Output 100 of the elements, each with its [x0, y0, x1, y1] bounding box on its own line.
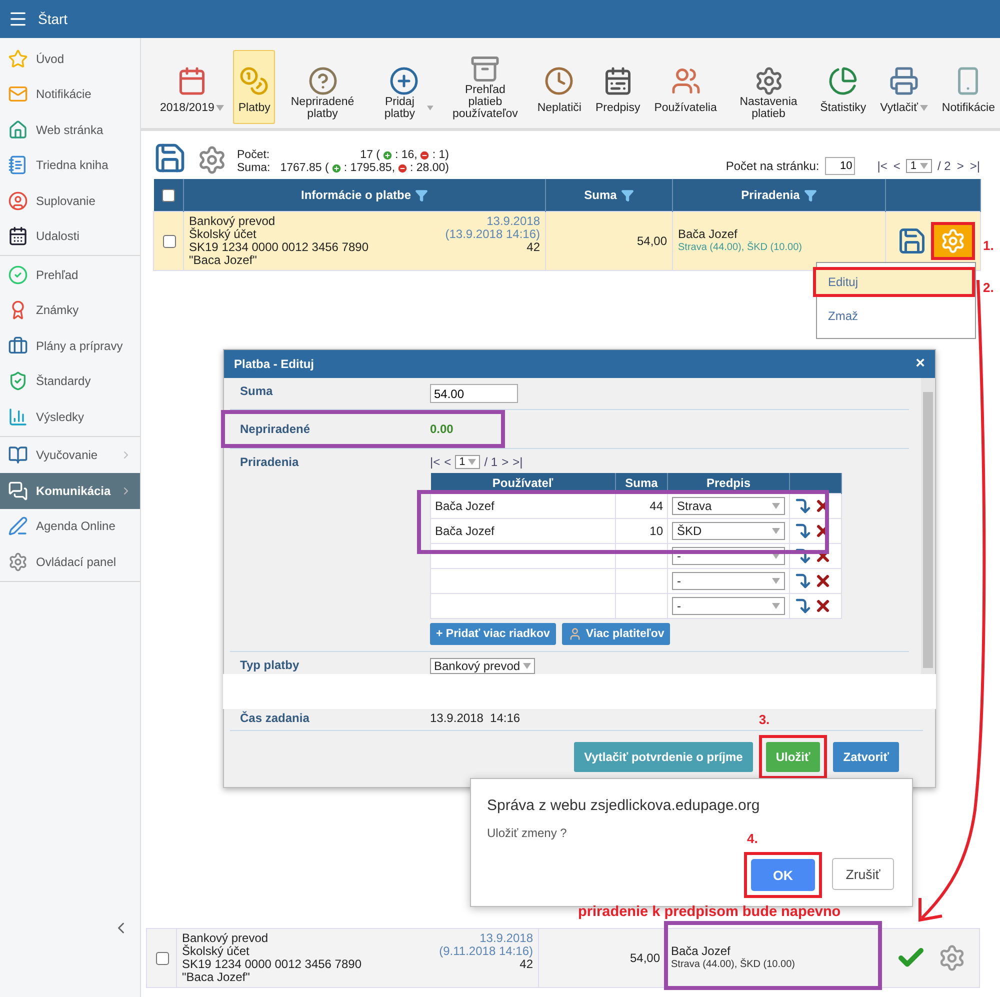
toolbar-button[interactable]: Neplatiči [532, 50, 586, 124]
arrow-icon[interactable] [794, 572, 812, 590]
step-label: 1. [983, 238, 994, 253]
delete-icon[interactable] [814, 597, 832, 615]
sidebar-item[interactable]: Suplovanie [0, 183, 140, 218]
field-label: Nepriradené [240, 422, 312, 436]
rule-select[interactable]: ŠKD [672, 522, 785, 540]
next-page-link[interactable]: > [502, 455, 509, 469]
envelope-icon [8, 84, 28, 104]
briefcase-icon [8, 336, 28, 356]
toolbar-button[interactable]: Nastavenia platieb [726, 50, 812, 124]
toolbar-button[interactable]: Prehľad platieb používateľov [442, 50, 528, 124]
select-all-checkbox[interactable] [162, 188, 176, 202]
filter-icon[interactable] [620, 188, 634, 202]
sidebar-item[interactable]: Úvod [0, 41, 140, 76]
close-icon[interactable]: × [916, 355, 925, 373]
gear-button[interactable] [931, 222, 975, 260]
sidebar-item[interactable]: Udalosti [0, 218, 140, 254]
summary-minus: : 28.00) [410, 162, 450, 175]
delete-icon[interactable] [814, 572, 832, 590]
sidebar-item[interactable]: Web stránka [0, 112, 140, 148]
minus-circle-icon [419, 150, 430, 161]
arrow-icon[interactable] [794, 597, 812, 615]
sidebar-item[interactable]: Triedna kniha [0, 148, 140, 183]
toolbar-button[interactable]: Predpisy [590, 50, 646, 124]
payment-date: 13.9.2018 [486, 215, 540, 228]
page-count: / 2 [938, 159, 951, 173]
arrow-icon[interactable] [794, 547, 812, 565]
caret-icon [772, 553, 780, 559]
book-icon [8, 445, 28, 466]
page-count: / 1 [484, 455, 498, 469]
toolbar-button[interactable]: 2018/2019 [155, 50, 230, 124]
last-page-link[interactable]: >| [512, 455, 523, 469]
toolbar-button[interactable]: Používatelia [649, 50, 722, 124]
sum-field[interactable]: 54.00 [430, 384, 518, 403]
gear-icon[interactable] [197, 145, 227, 175]
cancel-button[interactable]: Zrušiť [832, 858, 894, 890]
filter-icon[interactable] [415, 188, 428, 202]
toolbar-button[interactable]: Štatistiky [815, 50, 872, 124]
sidebar-item[interactable]: Komunikácia [0, 473, 140, 508]
plus-circle-icon [330, 163, 342, 174]
arrow-icon[interactable] [794, 522, 812, 540]
add-rows-button[interactable]: + Pridať viac riadkov [430, 623, 556, 645]
toolbar-button[interactable]: Platby [233, 50, 276, 124]
more-payers-button[interactable]: Viac platiteľov [562, 623, 670, 645]
question-icon [308, 66, 338, 96]
sidebar-item[interactable]: Plány a prípravy [0, 328, 140, 364]
calendar-pad-icon [602, 66, 633, 96]
page-select[interactable]: 1 [455, 455, 480, 469]
summary-minus: : 1) [432, 149, 450, 162]
previous-page-link[interactable]: < [444, 455, 452, 469]
sidebar-item[interactable]: Známky [0, 292, 140, 328]
gear-icon [940, 228, 966, 254]
page-select[interactable]: 1 [906, 159, 932, 173]
row-checkbox[interactable] [156, 952, 169, 964]
previous-page-link[interactable]: < [893, 159, 900, 173]
sidebar-item[interactable]: Vyučovanie [0, 438, 140, 473]
toolbar-button[interactable]: Vytlačiť [875, 50, 933, 124]
payment-date: 13.9.2018 [478, 932, 533, 945]
filter-icon[interactable] [804, 188, 817, 202]
next-page-link[interactable]: > [956, 159, 964, 173]
toolbar-button[interactable]: Nepriradené platby [279, 50, 366, 124]
arrow-icon[interactable] [794, 497, 812, 515]
rule-select[interactable]: - [672, 572, 785, 590]
printer-icon [889, 66, 920, 96]
save-icon[interactable] [897, 226, 927, 256]
sidebar-item[interactable]: Agenda Online [0, 508, 140, 544]
summary-plus: : 1795.85, [344, 162, 396, 175]
separator-text: , [734, 959, 738, 970]
row-checkbox[interactable] [163, 234, 176, 248]
rule-select[interactable]: Strava [672, 497, 785, 515]
notebook-icon [8, 155, 28, 176]
cabinet-icon [470, 54, 500, 84]
unassigned-value: 0.00 [430, 422, 454, 436]
separator-text: , [741, 242, 746, 253]
amount-text: 54,00 [630, 950, 660, 964]
menu-item[interactable]: Edituj [813, 267, 975, 297]
column-header: Predpis [706, 476, 750, 490]
sidebar-item[interactable]: Ovládací panel [0, 544, 140, 580]
sidebar-item[interactable]: Prehľad [0, 257, 140, 292]
per-page-field[interactable]: 10 [825, 157, 856, 175]
first-page-link[interactable]: |< [877, 159, 888, 173]
payment-number: 42 [520, 958, 533, 971]
toolbar-button[interactable]: Pridaj platby [370, 50, 438, 124]
payment-type-select[interactable]: Bankový prevod [430, 658, 536, 674]
sidebar-item[interactable]: Výsledky [0, 399, 140, 434]
save-icon[interactable] [153, 141, 187, 175]
caret-icon [523, 663, 532, 669]
menu-item[interactable]: Zmaž [813, 301, 975, 331]
rule-select[interactable]: - [672, 597, 785, 615]
column-header: Suma [625, 476, 658, 490]
person-circle-icon [8, 190, 28, 211]
sidebar-item[interactable]: Notifikácie [0, 76, 140, 112]
first-page-link[interactable]: |< [430, 455, 440, 469]
account-name: Školský účet [182, 945, 250, 958]
toolbar-button[interactable]: Notifikácie [936, 50, 1000, 124]
gear-icon [938, 944, 966, 972]
last-page-link[interactable]: >| [970, 159, 980, 173]
close-button[interactable]: Zatvoriť [833, 742, 899, 772]
sidebar-item[interactable]: Štandardy [0, 364, 140, 399]
